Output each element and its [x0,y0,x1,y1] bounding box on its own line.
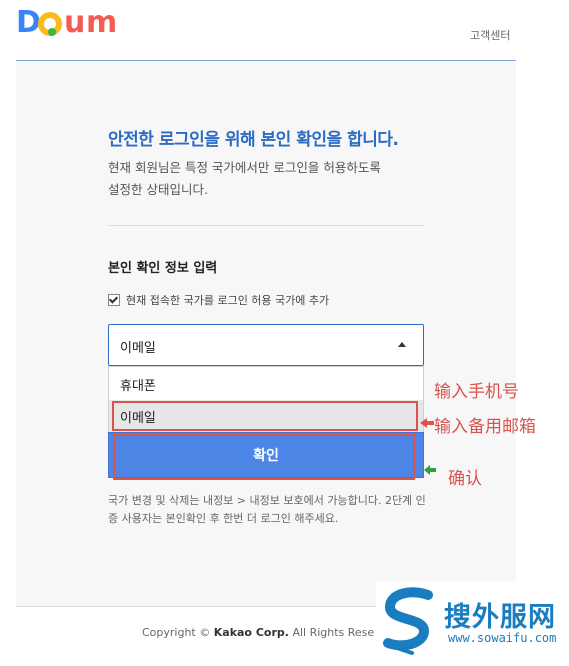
green-arrow-icon [424,465,436,475]
option-phone[interactable]: 휴대폰 [109,367,423,399]
company-name: Kakao Corp. [213,626,289,639]
copyright-prefix: Copyright © [142,626,211,639]
section-divider [108,225,424,226]
verification-method-select[interactable]: 이메일 [108,324,424,366]
copyright-rights: All Rights Reserv [292,626,374,639]
caret-up-icon [398,342,406,347]
add-country-checkbox-label: 현재 접속한 국가를 로그인 허용 국가에 추가 [126,294,330,307]
annotation-confirm: 确认 [448,469,482,489]
daum-logo[interactable]: D u m [16,2,126,42]
add-country-checkbox[interactable] [108,294,120,306]
description-line-2: 설정한 상태입니다. [108,182,208,197]
help-note: 국가 변경 및 삭제는 내정보 > 내정보 보호에서 가능합니다. 2단계 인증… [108,494,426,525]
svg-text:m: m [86,5,117,40]
watermark-name: 搜外服网 [444,602,556,633]
copyright: Copyright © Kakao Corp. All Rights Reser… [142,626,374,639]
section-title: 본인 확인 정보 입력 [108,261,218,276]
svg-text:D: D [16,5,41,40]
add-country-checkbox-row[interactable]: 현재 접속한 국가를 로그인 허용 국가에 추가 [108,292,329,308]
option-phone-label: 휴대폰 [120,379,156,394]
select-current-value: 이메일 [120,341,156,356]
description-line-1: 현재 회원님은 특정 국가에서만 로그인을 허용하도록 [108,160,381,175]
highlight-box-confirm [113,434,415,480]
customer-center-link[interactable]: 고객센터 [470,27,510,43]
highlight-box-email [112,401,418,431]
annotation-email: 输入备用邮箱 [434,417,536,437]
watermark-logo-icon [383,587,433,655]
red-arrow-icon [420,418,434,428]
watermark: 搜外服网 www.sowaifu.com [376,581,569,666]
svg-text:u: u [64,5,85,40]
watermark-url: www.sowaifu.com [448,631,557,645]
page-title: 안전한 로그인을 위해 본인 확인을 합니다. [108,130,399,150]
annotation-phone: 输入手机号 [434,382,519,402]
